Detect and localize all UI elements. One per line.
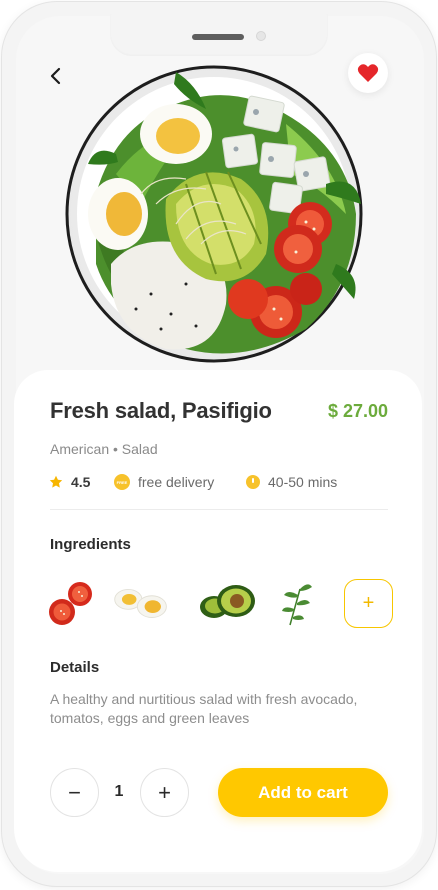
free-delivery-icon: FREE	[114, 474, 130, 490]
favorite-button[interactable]	[348, 53, 388, 93]
rating: 4.5	[49, 474, 90, 490]
dish-image	[65, 65, 363, 363]
chevron-left-icon	[50, 67, 61, 85]
delivery-time-text: 40-50 mins	[268, 474, 338, 490]
add-to-cart-button[interactable]: Add to cart	[218, 768, 388, 817]
delivery-text: free delivery	[138, 474, 215, 490]
details-title: Details	[50, 659, 100, 676]
details-text: A healthy and nurtitious salad with fres…	[50, 691, 358, 726]
rating-value: 4.5	[71, 474, 91, 490]
notch	[110, 14, 328, 56]
quantity-decrease-button[interactable]: −	[50, 768, 99, 817]
ingredient-egg[interactable]	[112, 575, 170, 631]
product-title: Fresh salad, Pasifigio	[50, 398, 272, 423]
delivery-time: 40-50 mins	[246, 474, 337, 490]
clock-icon	[246, 475, 260, 489]
ingredients-title: Ingredients	[50, 536, 131, 553]
back-button[interactable]	[42, 62, 70, 90]
ingredient-greens[interactable]	[270, 575, 328, 631]
heart-icon	[357, 64, 379, 82]
divider	[50, 509, 388, 510]
add-ingredient-button[interactable]: +	[344, 579, 393, 628]
ingredient-avocado[interactable]	[198, 575, 256, 631]
delivery-info: FREE free delivery	[114, 474, 214, 490]
speaker	[192, 34, 244, 40]
product-category: American • Salad	[50, 441, 158, 457]
product-price: $ 27.00	[327, 401, 388, 421]
camera	[256, 31, 266, 41]
star-icon	[49, 475, 63, 488]
quantity-value: 1	[114, 783, 124, 800]
ingredient-tomato[interactable]	[46, 575, 104, 631]
quantity-increase-button[interactable]: +	[140, 768, 189, 817]
